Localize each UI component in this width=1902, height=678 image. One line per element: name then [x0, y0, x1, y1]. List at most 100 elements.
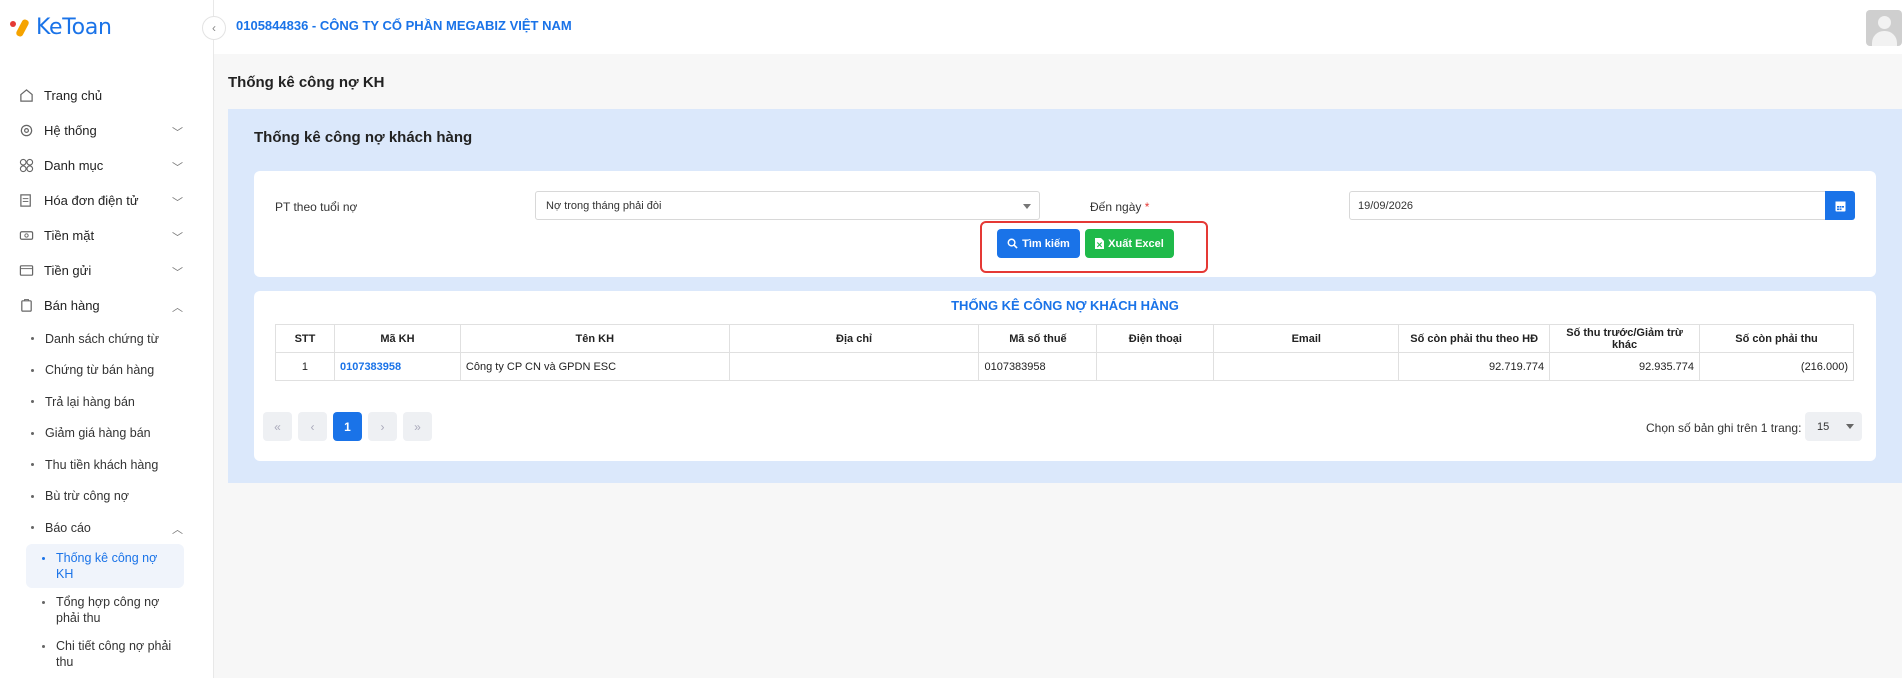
sidebar-report-customer-debt-stats[interactable]: Thống kê công nợ KH — [26, 543, 184, 588]
sidebar-report-label: Chi tiết công nợ phải thu — [56, 638, 172, 669]
chevron-down-icon: ﹀ — [172, 162, 183, 174]
last-page-button[interactable]: » — [403, 412, 432, 441]
table-row: 1 0107383958 Công ty CP CN và GPDN ESC 0… — [275, 352, 1854, 381]
chevron-left-icon: ‹ — [310, 419, 315, 434]
chevron-down-icon: ﹀ — [172, 197, 183, 209]
col-header-address: Địa chỉ — [728, 324, 980, 353]
cell-remaining-receivable: (216.000) — [1699, 352, 1854, 381]
home-icon — [18, 88, 34, 104]
invoice-icon — [18, 193, 34, 209]
table-header-row: STT Mã KH Tên KH Địa chỉ Mã số thuế Điện… — [275, 324, 1854, 353]
col-header-customer-code: Mã KH — [333, 324, 461, 353]
page-title: Thống kê công nợ KH — [228, 74, 385, 91]
sidebar-item-sales[interactable]: Bán hàng ︿ — [0, 288, 213, 323]
sidebar-subitem-label: Thu tiền khách hàng — [45, 457, 159, 472]
chevron-down-icon: ﹀ — [172, 267, 183, 279]
sidebar-subitem-label: Chứng từ bán hàng — [45, 363, 155, 378]
export-excel-button[interactable]: Xuất Excel — [1085, 229, 1174, 258]
rows-per-page-value: 15 — [1817, 420, 1830, 433]
date-label-text: Đến ngày — [1090, 200, 1142, 214]
grid-icon — [18, 158, 34, 174]
sidebar-subitem-label: Danh sách chứng từ — [45, 331, 160, 346]
top-header: 0105844836 - CÔNG TY CỔ PHẦN MEGABIZ VIỆ… — [214, 0, 1902, 54]
sidebar-report-label: Thống kê công nợ KH — [56, 550, 158, 581]
sidebar-subitem-document-list[interactable]: Danh sách chứng từ — [0, 323, 213, 355]
avatar[interactable] — [1866, 10, 1902, 46]
chevron-down-icon: ﹀ — [172, 127, 183, 139]
caret-down-icon — [1846, 424, 1854, 429]
sidebar-nav: Trang chủ Hệ thống ﹀ Danh mục ﹀ Hóa đơn … — [0, 78, 213, 676]
date-input[interactable]: 19/09/2026 — [1349, 191, 1826, 220]
date-label: Đến ngày * — [1090, 200, 1149, 214]
prev-page-button[interactable]: ‹ — [298, 412, 327, 441]
sidebar-subitem-label: Trả lại hàng bán — [45, 394, 135, 409]
chevron-left-icon: ‹ — [212, 21, 216, 35]
cell-address — [728, 352, 980, 381]
page-button-current[interactable]: 1 — [333, 412, 362, 441]
cell-prepaid-deduction: 92.935.774 — [1549, 352, 1701, 381]
sidebar-subitem-label: Báo cáo — [45, 520, 91, 535]
search-button[interactable]: Tìm kiếm — [997, 229, 1080, 258]
settings-icon — [18, 123, 34, 139]
calendar-button[interactable] — [1825, 191, 1855, 220]
sidebar-subitem-reports[interactable]: Báo cáo ︿ — [0, 512, 213, 544]
main-panel: Thống kê công nợ khách hàng PT theo tuổi… — [228, 109, 1902, 483]
sidebar-subitem-sales-return[interactable]: Trả lại hàng bán — [0, 386, 213, 418]
first-page-button[interactable]: « — [263, 412, 292, 441]
sales-icon — [18, 298, 34, 314]
age-filter-select[interactable]: Nợ trong tháng phải đòi — [535, 191, 1040, 220]
sidebar-item-label: Bán hàng — [44, 298, 100, 313]
sidebar-item-catalog[interactable]: Danh mục ﹀ — [0, 148, 213, 183]
sidebar-report-label: Tổng hợp công nợ phải thu — [56, 594, 160, 625]
sidebar-item-deposit[interactable]: Tiền gửi ﹀ — [0, 253, 213, 288]
pagination: « ‹ 1 › » — [263, 412, 432, 441]
sidebar-subitem-debt-offset[interactable]: Bù trừ công nợ — [0, 481, 213, 513]
collapse-sidebar-button[interactable]: ‹ — [202, 16, 226, 40]
cell-stt: 1 — [275, 352, 335, 381]
sidebar-item-label: Tiền mặt — [44, 228, 95, 243]
company-name[interactable]: 0105844836 - CÔNG TY CỔ PHẦN MEGABIZ VIỆ… — [236, 18, 572, 33]
sidebar-item-home[interactable]: Trang chủ — [0, 78, 213, 113]
sidebar-item-label: Hóa đơn điện tử — [44, 193, 139, 208]
chevron-down-icon: ﹀ — [172, 232, 183, 244]
rows-per-page-label: Chọn số bản ghi trên 1 trang: — [1646, 421, 1802, 435]
sidebar-subitem-customer-receipt[interactable]: Thu tiền khách hàng — [0, 449, 213, 481]
search-button-label: Tìm kiếm — [1022, 237, 1070, 250]
sidebar-item-system[interactable]: Hệ thống ﹀ — [0, 113, 213, 148]
sidebar-item-e-invoice[interactable]: Hóa đơn điện tử ﹀ — [0, 183, 213, 218]
double-chevron-right-icon: » — [414, 419, 421, 434]
sidebar-item-label: Trang chủ — [44, 88, 103, 103]
sidebar-subitem-sales-voucher[interactable]: Chứng từ bán hàng — [0, 355, 213, 387]
sidebar-report-receivable-detail[interactable]: Chi tiết công nợ phải thu — [26, 632, 184, 676]
bank-icon — [18, 263, 34, 279]
rows-per-page-select[interactable]: 15 — [1805, 412, 1862, 441]
col-header-stt: STT — [275, 324, 335, 353]
cell-phone — [1096, 352, 1215, 381]
col-header-prepaid-deduction: Số thu trước/Giảm trừ khác — [1549, 324, 1701, 353]
cell-tax-code: 0107383958 — [978, 352, 1098, 381]
cell-customer-name: Công ty CP CN và GPDN ESC — [459, 352, 730, 381]
col-header-tax-code: Mã số thuế — [978, 324, 1098, 353]
next-page-button[interactable]: › — [368, 412, 397, 441]
sidebar-subitem-sales-discount[interactable]: Giảm giá hàng bán — [0, 418, 213, 450]
age-filter-value: Nợ trong tháng phải đòi — [546, 199, 662, 212]
caret-down-icon — [1023, 204, 1031, 209]
col-header-customer-name: Tên KH — [459, 324, 730, 353]
age-filter-label: PT theo tuổi nợ — [275, 200, 358, 214]
chevron-up-icon: ︿ — [172, 524, 183, 536]
panel-title: Thống kê công nợ khách hàng — [254, 129, 473, 146]
required-marker: * — [1144, 200, 1150, 214]
sidebar-item-label: Danh mục — [44, 158, 104, 173]
col-header-email: Email — [1213, 324, 1400, 353]
col-header-receivable-by-invoice: Số còn phải thu theo HĐ — [1398, 324, 1551, 353]
sidebar-item-cash[interactable]: Tiền mặt ﹀ — [0, 218, 213, 253]
sidebar-subitem-label: Bù trừ công nợ — [45, 489, 129, 504]
sidebar-report-receivable-summary[interactable]: Tổng hợp công nợ phải thu — [26, 588, 184, 632]
sidebar-subitem-label: Giảm giá hàng bán — [45, 426, 151, 441]
logo-text: KeToan — [36, 14, 112, 40]
app-logo[interactable]: KeToan — [10, 12, 112, 42]
logo-icon — [10, 15, 32, 39]
chevron-up-icon: ︿ — [172, 302, 183, 314]
cell-customer-code-link[interactable]: 0107383958 — [333, 352, 461, 381]
table-title: THỐNG KÊ CÔNG NỢ KHÁCH HÀNG — [951, 298, 1179, 313]
